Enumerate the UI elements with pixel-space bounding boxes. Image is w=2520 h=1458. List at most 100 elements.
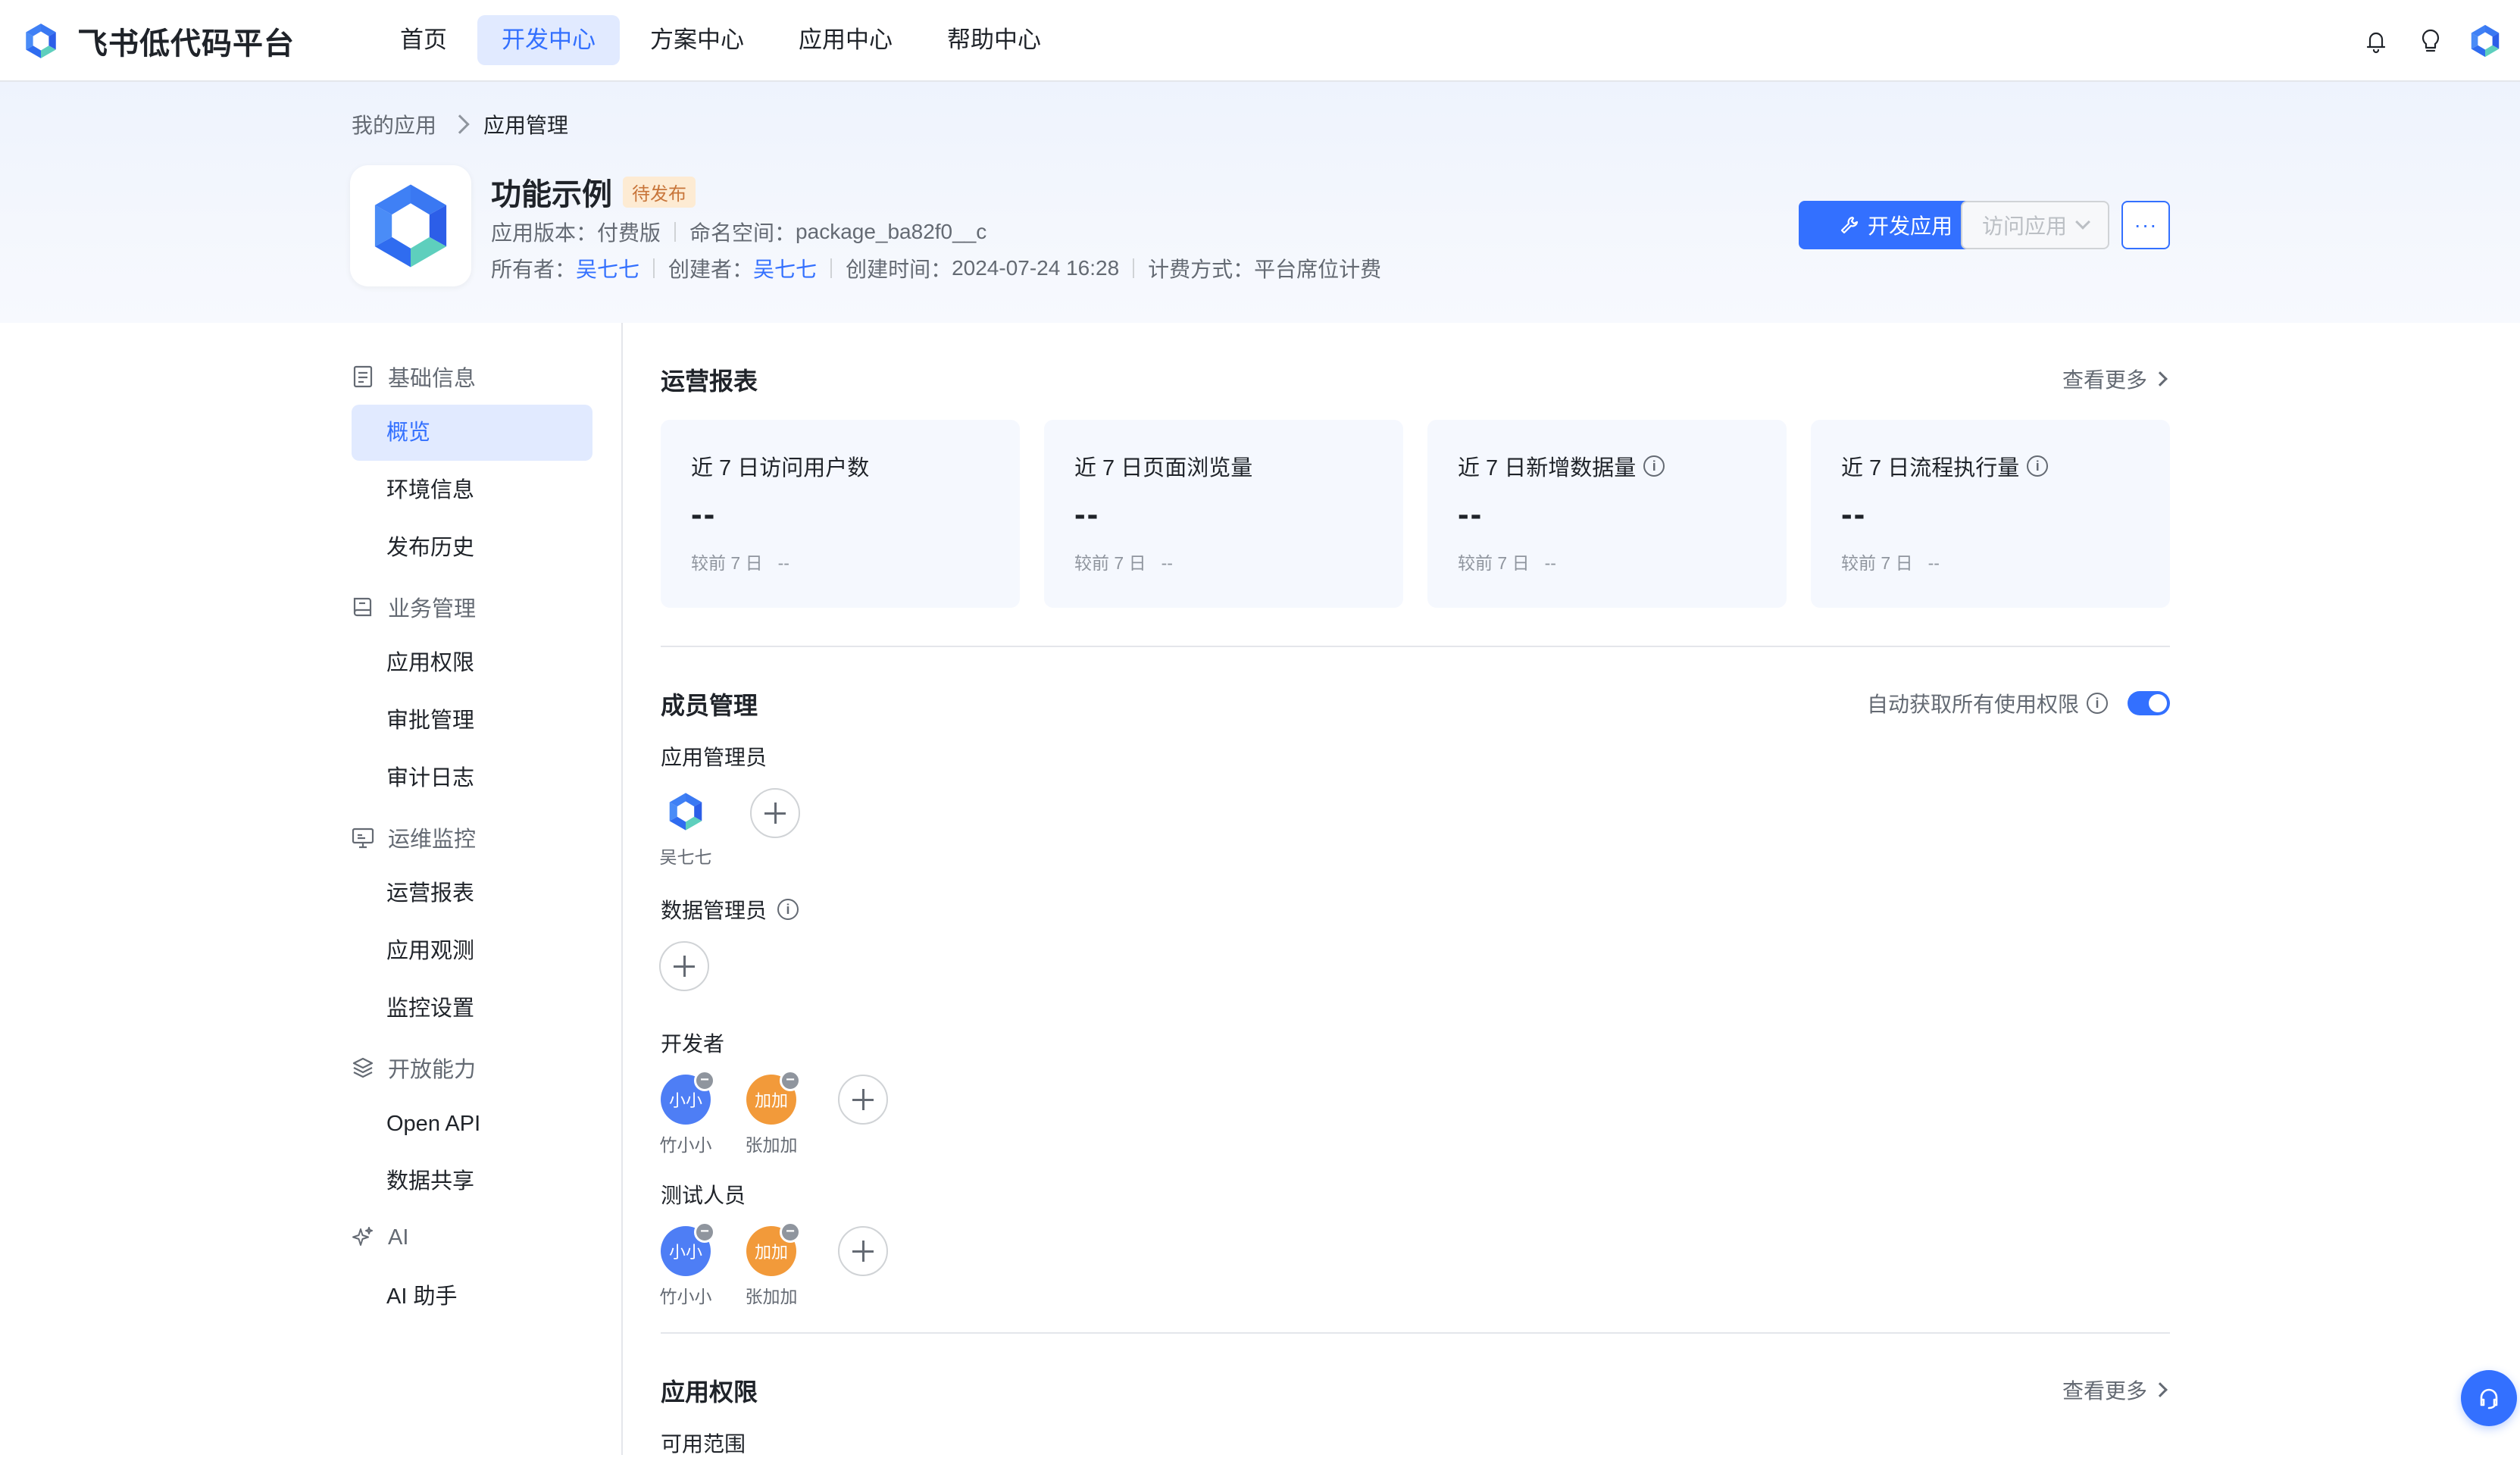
member-app-admin[interactable]: 吴七七 xyxy=(652,787,720,868)
headset-icon xyxy=(2480,1388,2498,1410)
sidebar-item-ops-report[interactable]: 运营报表 xyxy=(352,865,592,921)
remove-member-icon[interactable]: − xyxy=(780,1222,801,1243)
stat-label-text: 近 7 日新增数据量 xyxy=(1458,456,1637,480)
sidebar-group-label: 基础信息 xyxy=(388,367,477,391)
help-float-button[interactable] xyxy=(2461,1370,2517,1426)
member-developer[interactable]: 加加 − 张加加 xyxy=(737,1070,805,1156)
sidebar-item-open-api[interactable]: Open API xyxy=(352,1096,592,1152)
sidebar-item-approval[interactable]: 审批管理 xyxy=(352,693,592,749)
brand-logo[interactable]: 飞书低代码平台 xyxy=(21,20,295,62)
feishu-logo-icon xyxy=(26,23,56,58)
sidebar-group-business: 业务管理 xyxy=(350,591,476,623)
billing-label: 计费方式： xyxy=(1148,258,1255,281)
remove-member-icon[interactable]: − xyxy=(694,1070,715,1091)
stat-label: 近 7 日流程执行量 i xyxy=(1841,450,2049,482)
sidebar-item-monitor-settings[interactable]: 监控设置 xyxy=(352,981,592,1037)
sidebar-item-environment[interactable]: 环境信息 xyxy=(352,462,592,518)
add-data-admin-button[interactable] xyxy=(659,941,709,991)
stat-label-text: 近 7 日访问用户数 xyxy=(691,456,870,480)
app-logo-icon xyxy=(374,184,447,268)
add-developer-button[interactable] xyxy=(838,1075,888,1125)
section-divider xyxy=(661,646,2170,647)
app-admin-label-text: 应用管理员 xyxy=(661,746,768,769)
info-icon[interactable]: i xyxy=(2087,693,2108,714)
avatar-text: 小小 xyxy=(668,1091,702,1110)
stat-compare-label: 较前 7 日 xyxy=(1074,553,1146,573)
report-see-more-link[interactable]: 查看更多 xyxy=(2062,364,2168,394)
tester-label-text: 测试人员 xyxy=(661,1184,746,1207)
app-logo xyxy=(350,165,471,286)
version-value: 付费版 xyxy=(597,221,661,245)
chevron-right-icon xyxy=(2153,371,2168,386)
sidebar-group-label: 业务管理 xyxy=(388,597,477,621)
user-avatar-logo[interactable] xyxy=(2465,21,2505,61)
top-right-icons xyxy=(2341,21,2505,61)
chevron-right-icon xyxy=(450,114,470,134)
remove-member-icon[interactable]: − xyxy=(780,1070,801,1091)
add-app-admin-button[interactable] xyxy=(750,788,800,838)
stat-label-text: 近 7 日页面浏览量 xyxy=(1074,456,1253,480)
nav-home[interactable]: 首页 xyxy=(376,15,471,65)
nav-solution-center[interactable]: 方案中心 xyxy=(626,15,768,65)
sidebar-item-release-history[interactable]: 发布历史 xyxy=(352,520,592,576)
sidebar-group-basic-info: 基础信息 xyxy=(350,361,476,393)
owner-link[interactable]: 吴七七 xyxy=(576,253,639,283)
sidebar-group-label: 开放能力 xyxy=(388,1058,477,1082)
auto-permission-toggle[interactable] xyxy=(2128,691,2170,715)
members-section-title: 成员管理 xyxy=(661,692,758,719)
info-icon[interactable]: i xyxy=(1643,455,1665,477)
stat-value: -- xyxy=(1841,496,1867,533)
avatar xyxy=(661,787,711,837)
sidebar-group-ops: 运维监控 xyxy=(350,821,476,853)
avatar: 加加 − xyxy=(746,1070,801,1125)
monitor-icon xyxy=(352,828,374,849)
stat-label-text: 近 7 日流程执行量 xyxy=(1841,456,2020,480)
member-name: 竹小小 xyxy=(659,1135,712,1155)
visit-app-dropdown[interactable]: 访问应用 xyxy=(1961,201,2109,249)
nav-dev-center[interactable]: 开发中心 xyxy=(477,15,620,65)
member-tester[interactable]: 小小 − 竹小小 xyxy=(652,1222,720,1308)
nav-help-center[interactable]: 帮助中心 xyxy=(923,15,1065,65)
breadcrumb-parent[interactable]: 我的应用 xyxy=(352,109,436,139)
created-time-label: 创建时间： xyxy=(846,258,952,281)
app-admin-label: 应用管理员 xyxy=(661,741,767,771)
member-tester[interactable]: 加加 − 张加加 xyxy=(737,1222,805,1308)
app-logo-icon xyxy=(669,793,702,831)
sidebar-item-observability[interactable]: 应用观测 xyxy=(352,923,592,979)
sidebar-item-data-sharing[interactable]: 数据共享 xyxy=(352,1153,592,1209)
more-actions-button[interactable]: ··· xyxy=(2121,201,2170,249)
tester-label: 测试人员 xyxy=(661,1179,746,1209)
stat-compare-value: -- xyxy=(1544,553,1556,573)
sidebar-item-app-permissions[interactable]: 应用权限 xyxy=(352,635,592,691)
stat-card-page-views: 近 7 日页面浏览量 -- 较前 7 日 -- xyxy=(1044,420,1403,608)
sparkle-icon xyxy=(352,1227,373,1246)
add-tester-button[interactable] xyxy=(838,1226,888,1276)
member-name: 张加加 xyxy=(745,1135,798,1155)
meta-divider xyxy=(1133,258,1135,278)
sidebar-item-ai-assistant[interactable]: AI 助手 xyxy=(352,1269,592,1325)
sidebar-item-overview[interactable]: 概览 xyxy=(352,405,592,461)
remove-member-icon[interactable]: − xyxy=(694,1222,715,1243)
stat-compare-label: 较前 7 日 xyxy=(1841,553,1913,573)
nav-app-center[interactable]: 应用中心 xyxy=(774,15,917,65)
info-icon[interactable]: i xyxy=(777,899,799,920)
permissions-see-more-link[interactable]: 查看更多 xyxy=(2062,1375,2168,1405)
stat-compare-value: -- xyxy=(777,553,789,573)
developer-label-text: 开发者 xyxy=(661,1032,725,1056)
info-icon[interactable]: i xyxy=(2027,455,2049,477)
lightbulb-icon[interactable] xyxy=(2411,21,2450,61)
see-more-label: 查看更多 xyxy=(2062,1379,2148,1403)
sidebar-item-audit-log[interactable]: 审计日志 xyxy=(352,750,592,806)
stat-compare: 较前 7 日 -- xyxy=(1074,549,1173,574)
avatar: 小小 − xyxy=(661,1222,715,1276)
stat-compare: 较前 7 日 -- xyxy=(1458,549,1556,574)
stat-value: -- xyxy=(1458,496,1484,533)
namespace-value: package_ba82f0__c xyxy=(796,220,987,243)
chevron-down-icon xyxy=(2075,214,2090,230)
stat-label: 近 7 日访问用户数 xyxy=(691,450,869,482)
creator-link[interactable]: 吴七七 xyxy=(753,253,817,283)
bell-icon[interactable] xyxy=(2356,21,2396,61)
member-name: 吴七七 xyxy=(659,847,712,867)
member-developer[interactable]: 小小 − 竹小小 xyxy=(652,1070,720,1156)
stat-label: 近 7 日新增数据量 i xyxy=(1458,450,1665,482)
